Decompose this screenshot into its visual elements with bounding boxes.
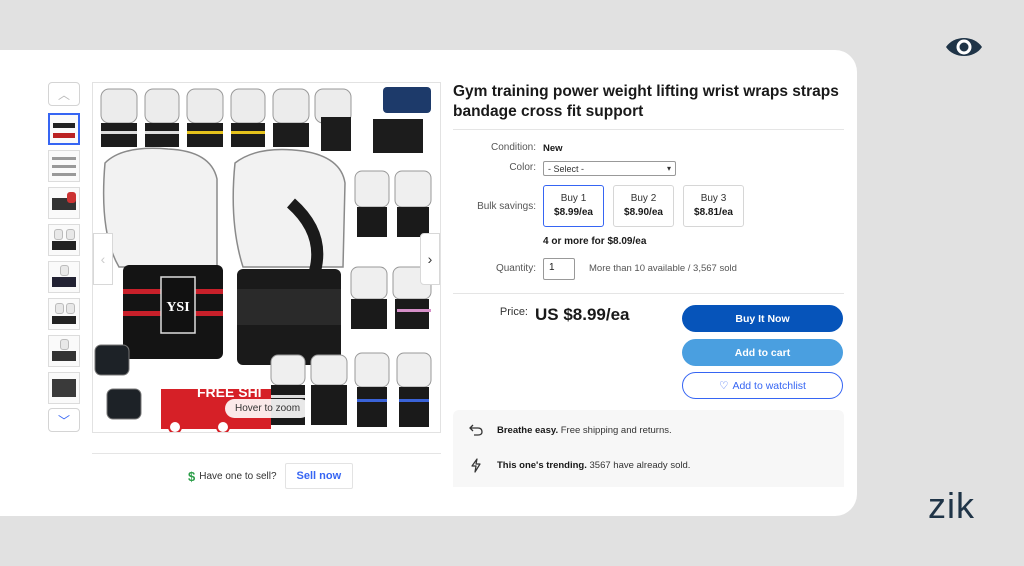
info-row-shipping: Breathe easy. Free shipping and returns. (467, 424, 672, 436)
thumbnail-5[interactable] (48, 261, 80, 293)
bulk-option-buy-1[interactable]: Buy 1 $8.99/ea (543, 185, 604, 227)
info-bold: Breathe easy. (497, 424, 559, 436)
chevron-up-icon: ︿ (57, 87, 70, 102)
sell-question: Have one to sell? (199, 470, 277, 482)
chevron-down-icon: ﹀ (57, 413, 70, 428)
info-text: 3567 have already sold. (586, 460, 691, 471)
quantity-label: Quantity: (495, 263, 536, 274)
bulk-price: $8.81/ea (694, 207, 733, 218)
add-to-watchlist-button[interactable]: ♡ Add to watchlist (682, 372, 843, 399)
info-text: Free shipping and returns. (558, 424, 672, 436)
condition-value: New (543, 143, 563, 154)
divider (453, 129, 844, 130)
lightning-icon (467, 458, 485, 473)
brand-logo-text: zik (928, 485, 975, 526)
info-panel: Breathe easy. Free shipping and returns.… (453, 410, 844, 487)
bulk-price: $8.90/ea (624, 207, 663, 218)
product-title: Gym training power weight lifting wrist … (453, 83, 839, 120)
add-to-cart-label: Add to cart (734, 346, 791, 359)
watchlist-label: Add to watchlist (732, 379, 806, 392)
info-bold: This one's trending. (497, 460, 587, 471)
color-select-value: - Select - (548, 163, 585, 174)
free-ship-text: FREE SHI (197, 384, 262, 400)
bulk-price: $8.99/ea (554, 207, 593, 218)
wrap-logo-text: YSI (166, 300, 189, 315)
product-card: ︿ ﹀ YSI FREE SHI ‹ › Hover to zoom $ Hav… (0, 50, 857, 516)
thumbnail-7[interactable] (48, 335, 80, 367)
thumbnail-scroll-up-button[interactable]: ︿ (48, 82, 80, 106)
bulk-option-buy-3[interactable]: Buy 3 $8.81/ea (683, 185, 744, 227)
thumbnail-1[interactable] (48, 113, 80, 145)
sell-prompt: $ Have one to sell? Sell now (188, 463, 354, 489)
eye-icon (946, 38, 982, 56)
buy-it-now-label: Buy It Now (735, 312, 790, 325)
thumbnail-4[interactable] (48, 224, 80, 256)
thumbnail-6[interactable] (48, 298, 80, 330)
return-arrow-icon (467, 424, 485, 436)
quantity-input[interactable]: 1 (543, 258, 575, 280)
dollar-icon: $ (188, 468, 196, 484)
bulk-more-note: 4 or more for $8.09/ea (543, 236, 647, 247)
thumbnail-scroll-down-button[interactable]: ﹀ (48, 408, 80, 432)
chevron-down-icon: ▾ (666, 164, 671, 173)
thumbnail-8[interactable] (48, 372, 80, 404)
availability-text: More than 10 available / 3,567 sold (589, 263, 737, 274)
hover-to-zoom-hint: Hover to zoom (225, 399, 311, 418)
add-to-cart-button[interactable]: Add to cart (682, 339, 843, 366)
price-label: Price: (499, 306, 528, 318)
heart-icon: ♡ (719, 379, 729, 392)
color-label: Color: (509, 162, 536, 173)
condition-label: Condition: (490, 142, 536, 153)
thumbnail-3[interactable] (48, 187, 80, 219)
color-select[interactable]: - Select - ▾ (543, 161, 676, 176)
divider (92, 453, 441, 454)
bulk-qty: Buy 1 (560, 193, 587, 204)
wrist-wraps-photo: YSI FREE SHI (94, 87, 432, 432)
buy-it-now-button[interactable]: Buy It Now (682, 305, 843, 332)
chevron-left-icon: ‹ (100, 251, 106, 267)
info-row-trending: This one's trending. 3567 have already s… (467, 458, 690, 473)
bulk-qty: Buy 3 (700, 193, 727, 204)
price-value: US $8.99/ea (535, 305, 630, 324)
image-prev-button[interactable]: ‹ (93, 233, 113, 285)
thumbnail-2[interactable] (48, 150, 80, 182)
sell-now-button[interactable]: Sell now (284, 463, 354, 489)
bulk-savings-label: Bulk savings: (477, 201, 536, 212)
chevron-right-icon: › (427, 251, 433, 267)
bulk-option-buy-2[interactable]: Buy 2 $8.90/ea (613, 185, 674, 227)
image-next-button[interactable]: › (420, 233, 440, 285)
divider (453, 293, 844, 294)
bulk-qty: Buy 2 (630, 193, 657, 204)
main-product-image[interactable]: YSI FREE SHI ‹ › Hover to zoom (92, 82, 441, 433)
